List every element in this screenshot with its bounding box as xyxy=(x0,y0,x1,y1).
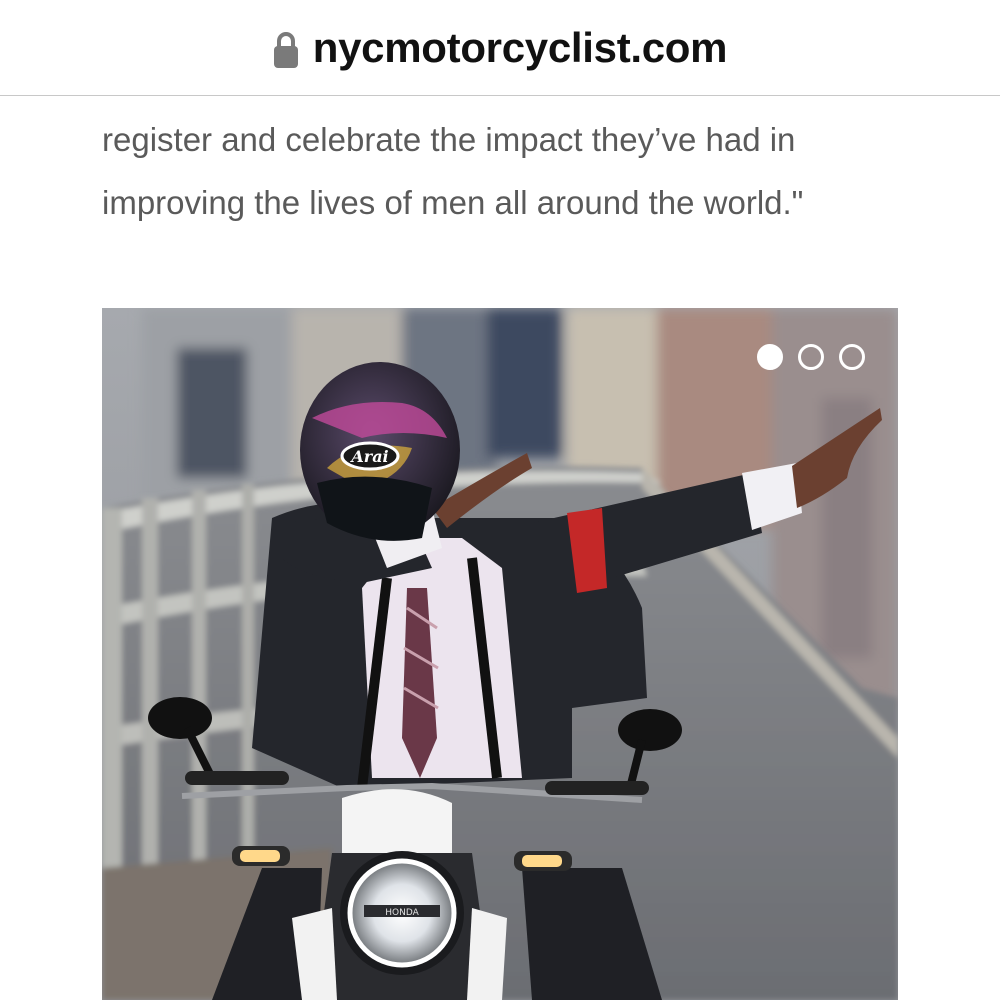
image-carousel[interactable]: Arai HONDA xyxy=(102,308,898,1000)
carousel-dot-3[interactable] xyxy=(839,344,865,370)
article-line: improving the lives of men all around th… xyxy=(102,184,804,221)
address-bar[interactable]: nycmotorcyclist.com xyxy=(0,0,1000,96)
article-paragraph: register and celebrate the impact they’v… xyxy=(102,108,902,234)
carousel-pagination[interactable] xyxy=(757,344,865,370)
carousel-dot-1[interactable] xyxy=(757,344,783,370)
lock-icon xyxy=(273,31,298,68)
url-text[interactable]: nycmotorcyclist.com xyxy=(313,24,728,72)
bike-brand-text: HONDA xyxy=(385,908,419,918)
article-line: register and celebrate the impact they’v… xyxy=(102,121,796,158)
url-container[interactable]: nycmotorcyclist.com xyxy=(273,24,728,72)
carousel-photo[interactable]: Arai HONDA xyxy=(102,308,898,1000)
helmet-brand-text: Arai xyxy=(349,447,388,466)
carousel-dot-2[interactable] xyxy=(798,344,824,370)
